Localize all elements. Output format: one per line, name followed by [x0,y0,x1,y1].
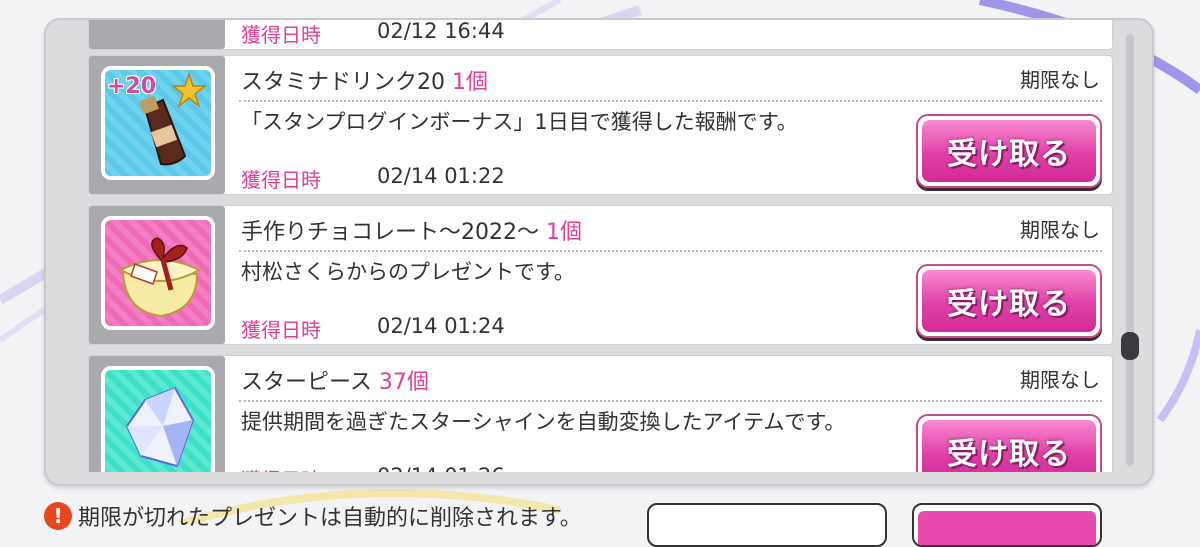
item-quantity: 37個 [378,370,429,395]
date-label: 獲得日時 [241,464,321,472]
item-icon-frame [89,206,225,344]
divider [239,250,1102,252]
item-description: 提供期間を過ぎたスターシャインを自動変換したアイテムです。 [241,410,846,434]
receive-button[interactable]: 受け取る [916,114,1102,188]
receive-button[interactable]: 受け取る [916,414,1102,472]
item-icon-frame: +20 [89,56,225,194]
divider [239,100,1102,102]
receive-button-label: 受け取る [922,420,1096,472]
item-description: 「スタンプログインボーナス」1日目で獲得した報酬です。 [241,110,798,134]
item-name-text: スタミナドリンク20 [241,70,445,95]
list-item: +20 スタミナドリンク20 1個 期限なし 「スタンプログインボーナス」1日目… [88,55,1113,195]
list-item: 獲得日時 02/12 16:44 [88,20,1113,50]
item-quantity: 1個 [546,220,582,245]
item-name: 手作りチョコレート～2022～ 1個 [241,214,582,246]
footer-button[interactable] [647,503,887,547]
item-quantity: 1個 [452,70,488,95]
receive-all-button[interactable] [912,503,1102,547]
divider [239,400,1102,402]
notice-text: 期限が切れたプレゼントは自動的に削除されます。 [78,506,582,531]
scrollbar-track[interactable] [1126,34,1134,466]
date-value: 02/14 01:26 [377,464,505,472]
icon-badge: +20 [107,74,157,99]
item-name-text: スターピース [241,370,372,395]
expiry-label: 期限なし [1020,218,1100,242]
item-name: スタミナドリンク20 1個 [241,64,488,96]
receive-button[interactable]: 受け取る [916,264,1102,338]
stamina-drink-icon: +20 [101,66,215,180]
date-value: 02/12 16:44 [377,20,505,43]
date-label: 獲得日時 [241,318,321,342]
receive-button-label: 受け取る [922,270,1096,332]
item-icon-frame [89,20,225,49]
item-name-text: 手作りチョコレート～2022～ [241,220,539,245]
expiry-label: 期限なし [1020,368,1100,392]
item-icon-frame [89,356,225,472]
star-piece-crystal-icon [101,366,215,472]
list-item: スターピース 37個 期限なし 提供期間を過ぎたスターシャインを自動変換したアイ… [88,355,1113,472]
list-item: 手作りチョコレート～2022～ 1個 期限なし 村松さくらからのプレゼントです。… [88,205,1113,345]
date-value: 02/14 01:24 [377,314,505,338]
date-label: 獲得日時 [241,23,321,47]
item-description: 村松さくらからのプレゼントです。 [241,260,575,284]
scrollbar-thumb[interactable] [1121,332,1139,360]
chocolate-gift-box-icon [101,216,215,330]
item-name: スターピース 37個 [241,364,429,396]
date-label: 獲得日時 [241,168,321,192]
date-value: 02/14 01:22 [377,164,505,188]
auto-delete-notice: ! 期限が切れたプレゼントは自動的に削除されます。 [44,500,582,532]
present-list[interactable]: 獲得日時 02/12 16:44 +20 スタミナドリンク20 1個 期限なし [88,20,1113,472]
receive-button-label: 受け取る [922,120,1096,182]
exclamation-icon: ! [44,502,72,530]
expiry-label: 期限なし [1020,68,1100,92]
